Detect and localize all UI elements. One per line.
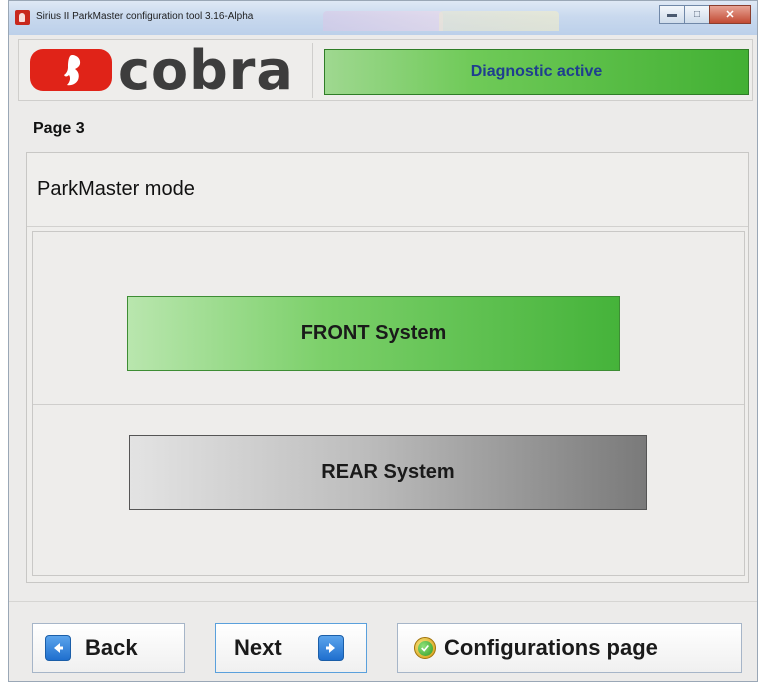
cobra-app-icon xyxy=(15,10,30,25)
configurations-page-label: Configurations page xyxy=(444,635,658,660)
configurations-page-button[interactable]: Configurations page xyxy=(397,623,742,673)
next-label: Next xyxy=(234,635,282,660)
minimize-button[interactable]: ▬ xyxy=(659,5,685,24)
mode-title: ParkMaster mode xyxy=(37,178,195,200)
cobra-logo-mark-icon xyxy=(30,49,112,91)
background-blur xyxy=(323,11,443,31)
footer-divider xyxy=(9,601,757,602)
back-label: Back xyxy=(85,635,138,660)
front-system-label: FRONT System xyxy=(300,322,447,344)
page-number: Page 3 xyxy=(33,120,85,137)
check-circle-icon xyxy=(414,637,436,659)
arrow-left-icon xyxy=(45,635,71,661)
app-window: Sirius II ParkMaster configuration tool … xyxy=(8,0,758,682)
close-button[interactable]: ✕ xyxy=(709,5,751,24)
back-button[interactable]: Back xyxy=(32,623,185,673)
window-controls: ▬ □ ✕ xyxy=(659,5,751,24)
front-system-button[interactable]: FRONT System xyxy=(127,296,620,371)
logo: cobra xyxy=(22,39,313,102)
arrow-right-icon xyxy=(317,635,344,661)
diagnostic-status-indicator: Diagnostic active xyxy=(324,49,749,95)
next-button[interactable]: Next xyxy=(215,623,367,673)
maximize-button[interactable]: □ xyxy=(684,5,710,24)
rear-system-button[interactable]: REAR System xyxy=(129,435,647,510)
divider xyxy=(27,226,748,227)
title-bar[interactable]: Sirius II ParkMaster configuration tool … xyxy=(9,1,757,35)
diagnostic-status-label: Diagnostic active xyxy=(470,63,603,80)
window-title: Sirius II ParkMaster configuration tool … xyxy=(36,11,254,22)
background-blur xyxy=(439,11,559,31)
options-divider xyxy=(33,404,744,405)
header-bar: cobra Diagnostic active xyxy=(18,39,753,101)
rear-system-label: REAR System xyxy=(321,461,455,483)
logo-text: cobra xyxy=(118,39,294,102)
